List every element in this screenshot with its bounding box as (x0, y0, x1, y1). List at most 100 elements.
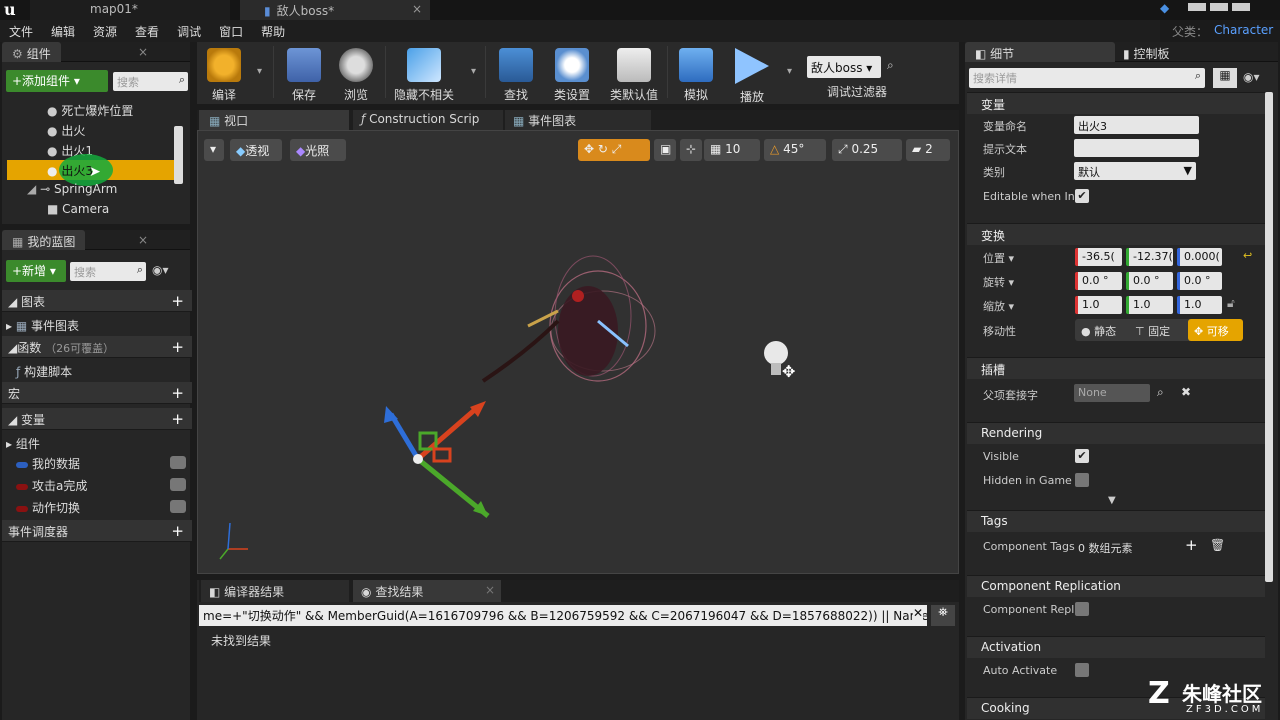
scale-y-input[interactable]: 1.0 (1126, 296, 1173, 314)
scrollbar-thumb[interactable] (174, 126, 183, 184)
section-tags[interactable]: Tags (967, 510, 1265, 532)
light-bulb-icon[interactable]: ✥ (764, 341, 795, 381)
mobility-toggle[interactable]: ● 静态 ⊤ 固定 ✥ 可移 (1075, 319, 1243, 341)
close-icon[interactable]: × (138, 233, 148, 247)
lock-icon[interactable]: 🔓︎ (1227, 296, 1235, 311)
editable-checkbox[interactable]: ✔ (1075, 189, 1089, 203)
hide-unrelated-options-arrow-icon[interactable]: ▾ (471, 66, 476, 77)
tab-palette[interactable]: ▮ 控制板 (1123, 45, 1169, 62)
menu-edit[interactable]: 编辑 (42, 20, 84, 40)
clear-socket-icon[interactable]: ✖ (1181, 385, 1191, 399)
variable-item[interactable]: 我的数据 (2, 452, 192, 474)
scale-x-input[interactable]: 1.0 (1075, 296, 1122, 314)
save-button[interactable]: 保存 (277, 46, 331, 102)
add-icon[interactable]: + (171, 522, 184, 540)
visibility-toggle-icon[interactable] (170, 500, 186, 513)
reset-arrow-icon[interactable]: ↩ (1243, 249, 1252, 262)
tab-components[interactable]: ⚙ 组件 (2, 42, 61, 62)
advanced-expand-icon[interactable]: ▼ (1108, 495, 1116, 506)
add-icon[interactable]: + (171, 338, 184, 356)
mobility-static[interactable]: ● 静态 (1081, 323, 1116, 339)
tab-viewport[interactable]: ▦ 视口 (199, 110, 349, 130)
visibility-toggle-icon[interactable] (170, 456, 186, 469)
section-variables[interactable]: ◢ 变量 + (2, 408, 192, 430)
property-matrix-icon[interactable]: ▦ (1213, 68, 1237, 88)
source-control-icon[interactable]: ◆ (1160, 1, 1169, 15)
play-options-arrow-icon[interactable]: ▾ (787, 66, 792, 77)
simulate-button[interactable]: 模拟 (669, 46, 723, 102)
menu-view[interactable]: 查看 (126, 20, 168, 40)
details-search-input[interactable]: 搜索详情 ⌕ (969, 68, 1205, 88)
eye-icon[interactable]: ◉▾ (1243, 70, 1260, 84)
section-sockets[interactable]: 插槽 (967, 357, 1265, 379)
section-variable[interactable]: 变量 (967, 92, 1265, 114)
location-x-input[interactable]: -36.5( (1075, 248, 1122, 266)
tree-item[interactable]: ● 死亡爆炸位置 (7, 100, 175, 120)
section-graphs[interactable]: ◢ 图表 + (2, 290, 192, 312)
minimize-icon[interactable] (1188, 3, 1206, 11)
close-window-icon[interactable] (1232, 3, 1250, 11)
expand-arrow-icon[interactable]: ◢ (27, 182, 36, 196)
menu-asset[interactable]: 资源 (84, 20, 126, 40)
tab-enemy-boss[interactable]: ▮ 敌人boss* × (240, 0, 430, 20)
tree-item[interactable]: ◢ ⊸ SpringArm (7, 180, 175, 200)
components-category[interactable]: ▸ 组件 (2, 432, 192, 454)
add-component-button[interactable]: +添加组件 ▾ (6, 70, 108, 92)
add-element-icon[interactable]: + (1185, 536, 1198, 554)
location-y-input[interactable]: -12.37( (1126, 248, 1173, 266)
parent-socket-input[interactable]: None (1074, 384, 1150, 402)
mobility-stationary[interactable]: ⊤ 固定 (1135, 323, 1170, 339)
rotation-label[interactable]: 旋转 ▾ (983, 274, 1014, 290)
auto-activate-checkbox[interactable] (1075, 663, 1089, 677)
browse-socket-icon[interactable]: ⌕ (1157, 385, 1164, 400)
tooltip-input[interactable] (1074, 139, 1199, 157)
event-graph-item[interactable]: ▸ ▦ 事件图表 (2, 314, 192, 336)
scale-label[interactable]: 缩放 ▾ (983, 298, 1014, 314)
close-icon[interactable]: × (485, 583, 495, 597)
section-component-replication[interactable]: Component Replication (967, 575, 1265, 597)
blueprint-search-input[interactable]: 搜索 ⌕ (70, 262, 146, 281)
rotation-y-input[interactable]: 0.0 ° (1126, 272, 1173, 290)
class-defaults-button[interactable]: 类默认值 (603, 46, 665, 102)
mobility-movable[interactable]: ✥ 可移 (1188, 319, 1243, 341)
section-event-dispatchers[interactable]: 事件调度器 + (2, 520, 192, 542)
add-icon[interactable]: + (171, 292, 184, 310)
rotation-z-input[interactable]: 0.0 ° (1177, 272, 1222, 290)
tree-item[interactable]: ■ Camera (7, 200, 175, 220)
tab-find-results[interactable]: ◉ 查找结果 × (353, 580, 501, 602)
variable-item[interactable]: 攻击a完成 (2, 474, 192, 496)
rotation-x-input[interactable]: 0.0 ° (1075, 272, 1122, 290)
location-label[interactable]: 位置 ▾ (983, 250, 1014, 266)
parent-class-link[interactable]: Character (1214, 23, 1273, 37)
eye-icon[interactable]: ◉▾ (152, 263, 169, 277)
binoculars-icon[interactable]: ⛯ (931, 605, 955, 626)
component-replicates-checkbox[interactable] (1075, 602, 1089, 616)
compile-button[interactable]: 编译 (197, 46, 251, 102)
menu-help[interactable]: 帮助 (252, 20, 294, 40)
add-icon[interactable]: + (171, 384, 184, 402)
play-button[interactable]: 播放 (725, 46, 779, 104)
variable-item[interactable]: 动作切换 (2, 496, 192, 518)
tab-event-graph[interactable]: ▦ 事件图表 (505, 110, 651, 130)
category-select[interactable]: 默认 ▼ (1074, 162, 1196, 180)
character-mesh[interactable] (481, 255, 656, 383)
menu-file[interactable]: 文件 (0, 20, 42, 40)
close-icon[interactable]: × (138, 45, 148, 59)
location-z-input[interactable]: 0.000( (1177, 248, 1222, 266)
class-settings-button[interactable]: 类设置 (545, 46, 599, 102)
menu-debug[interactable]: 调试 (168, 20, 210, 40)
hidden-in-game-checkbox[interactable] (1075, 473, 1089, 487)
hide-unrelated-button[interactable]: 隐藏不相关 (389, 46, 459, 102)
visible-checkbox[interactable]: ✔ (1075, 449, 1089, 463)
details-scrollbar[interactable] (1265, 92, 1273, 582)
tab-my-blueprint[interactable]: ▦ 我的蓝图 (2, 230, 86, 250)
tree-item-selected[interactable]: ● 出火3 ➤ (7, 154, 175, 186)
viewport[interactable]: ▾ ◆透视 ◆光照 ✥ ↻ ⤢ ▣ ⊹ ▦ 10 △ 45° ⤢ 0.25 ▰ … (197, 130, 959, 574)
delete-icon[interactable]: 🗑︎ (1210, 538, 1225, 552)
compile-options-arrow-icon[interactable]: ▾ (257, 66, 262, 77)
components-search-input[interactable]: 搜索 ⌕ (113, 72, 188, 91)
maximize-icon[interactable] (1210, 3, 1228, 11)
section-activation[interactable]: Activation (967, 636, 1265, 658)
section-functions[interactable]: ◢函数 （26可覆盖） + (2, 336, 192, 358)
browse-button[interactable]: 浏览 (329, 46, 383, 102)
